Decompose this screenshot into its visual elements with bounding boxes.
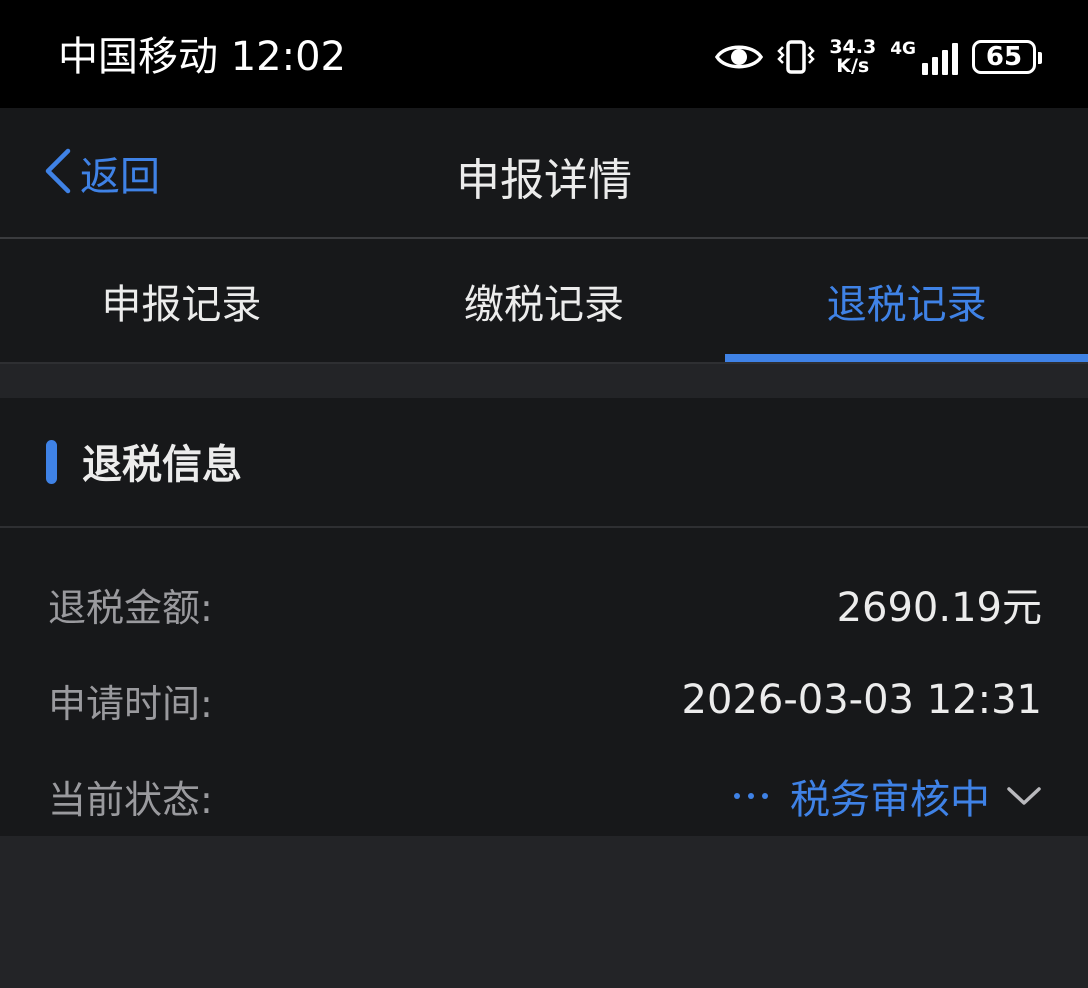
eye-icon — [715, 40, 764, 74]
progress-dots-icon — [734, 793, 776, 799]
current-status-label: 当前状态: — [48, 777, 213, 822]
net-speed: 34.3 K/s — [829, 38, 876, 76]
apply-time-value: 2026-03-03 12:31 — [681, 677, 1042, 723]
tab-declaration-records[interactable]: 申报记录 — [0, 239, 363, 362]
active-tab-indicator — [725, 354, 1088, 362]
section-accent-bar — [46, 440, 57, 484]
battery-level: 65 — [985, 42, 1023, 72]
page-title: 申报详情 — [456, 155, 632, 206]
record-tabs: 申报记录 缴税记录 退税记录 — [0, 239, 1088, 364]
status-bar: 中国移动 12:02 34.3 K/s 4G 65 — [0, 0, 1088, 108]
vibrate-icon — [777, 39, 816, 75]
refund-amount-row: 退税金额: 2690.19元 — [48, 574, 1042, 634]
net-speed-unit: K/s — [836, 55, 870, 77]
section-header: 退税信息 — [0, 398, 1088, 528]
current-status-row: 当前状态: 税务审核中 — [48, 766, 1042, 826]
section-title: 退税信息 — [82, 442, 242, 488]
tab-label: 缴税记录 — [464, 281, 624, 328]
tab-tax-refund-records[interactable]: 退税记录 — [725, 239, 1088, 362]
signal-icon: 4G — [890, 39, 958, 75]
status-dropdown[interactable]: 税务审核中 — [734, 767, 1042, 825]
status-icons: 34.3 K/s 4G 65 — [701, 32, 1042, 82]
chevron-down-icon — [1006, 784, 1042, 808]
apply-time-row: 申请时间: 2026-03-03 12:31 — [48, 670, 1042, 730]
network-type: 4G — [890, 39, 916, 59]
current-status-value: 税务审核中 — [790, 777, 990, 823]
tab-label: 申报记录 — [101, 281, 262, 328]
battery-icon: 65 — [972, 40, 1042, 74]
refund-amount-value: 2690.19元 — [836, 585, 1042, 631]
refund-info-card: 退税信息 退税金额: 2690.19元 申请时间: 2026-03-03 12:… — [0, 398, 1088, 836]
tab-label: 退税记录 — [826, 281, 987, 328]
app-screen: 中国移动 12:02 34.3 K/s 4G 65 返回 申报详情 申报记录 缴… — [0, 0, 1088, 988]
carrier-time: 中国移动 12:02 — [58, 34, 346, 80]
nav-bar: 返回 申报详情 — [0, 108, 1088, 239]
apply-time-label: 申请时间: — [48, 681, 213, 726]
tab-tax-payment-records[interactable]: 缴税记录 — [363, 239, 726, 362]
refund-amount-label: 退税金额: — [48, 585, 213, 630]
